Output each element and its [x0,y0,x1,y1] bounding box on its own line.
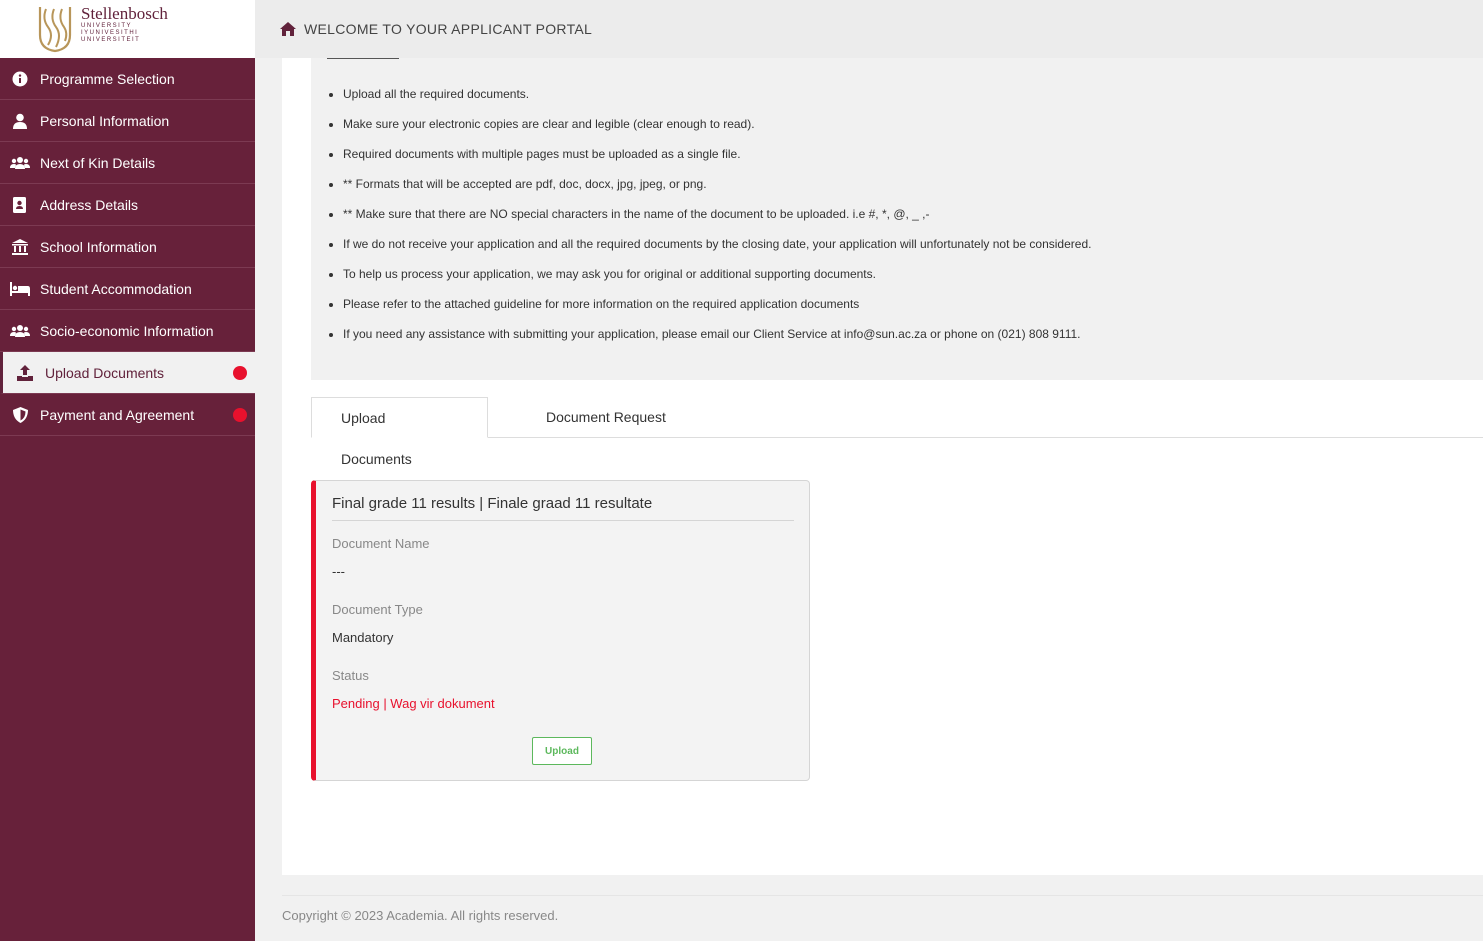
sidebar-item-label: Next of Kin Details [40,154,156,171]
instruction-item: If you need any assistance with submitti… [343,325,1091,355]
upload-button[interactable]: Upload [532,737,592,765]
address-book-icon [10,195,30,215]
instruction-item: Make sure your electronic copies are cle… [343,115,1091,145]
info-circle-icon [10,69,30,89]
sidebar-item-upload-documents[interactable]: Upload Documents [0,352,255,394]
sidebar-item-label: Personal Information [40,112,170,129]
sidebar-item-socio-economic[interactable]: Socio-economic Information [0,310,255,352]
document-type-label: Document Type [332,602,423,617]
sidebar-item-label: Socio-economic Information [40,322,214,339]
logo-sub-2: IYUNIVESITHI [81,30,139,36]
upload-icon [15,363,35,383]
sidebar-item-label: Payment and Agreement [40,406,195,423]
footer: Copyright © 2023 Academia. All rights re… [282,895,1483,941]
document-card-title: Final grade 11 results | Finale graad 11… [332,495,794,521]
copyright-text: Copyright © 2023 Academia. All rights re… [282,908,559,923]
alert-dot [233,365,247,380]
instruction-item: ** Make sure that there are NO special c… [343,205,1091,235]
document-type-value: Mandatory [332,630,394,645]
instruction-item: Upload all the required documents. [343,85,1091,115]
sidebar-item-label: School Information [40,238,157,255]
instruction-item: To help us process your application, we … [343,265,1091,295]
sidebar-item-student-accommodation[interactable]: Student Accommodation [0,268,255,310]
university-crest-icon [38,7,72,53]
university-icon [10,237,30,257]
sidebar-item-payment-agreement[interactable]: Payment and Agreement [0,394,255,436]
sidebar-item-next-of-kin[interactable]: Next of Kin Details [0,142,255,184]
logo-name: Stellenbosch [81,4,168,23]
logo-sub-1: UNIVERSITY [81,23,133,29]
logo-sub-3: UNIVERSITEIT [81,37,141,43]
sidebar-item-label: Student Accommodation [40,280,192,297]
sidebar: Stellenbosch UNIVERSITY IYUNIVESITHI UNI… [0,0,255,941]
sidebar-item-address-details[interactable]: Address Details [0,184,255,226]
sidebar-item-label: Programme Selection [40,70,175,87]
tab-document-request[interactable]: Document Request [517,397,695,438]
instruction-item: If we do not receive your application an… [343,235,1091,265]
sidebar-item-label: Upload Documents [45,364,165,381]
document-tabs: Upload Documents Document Request [311,397,1483,467]
main-content: Upload all the required documents. Make … [282,58,1483,875]
instruction-item: ** Formats that will be accepted are pdf… [343,175,1091,205]
sidebar-item-programme-selection[interactable]: Programme Selection [0,58,255,100]
document-name-label: Document Name [332,536,430,551]
status-label: Status [332,668,369,683]
sidebar-item-personal-information[interactable]: Personal Information [0,100,255,142]
logo[interactable]: Stellenbosch UNIVERSITY IYUNIVESITHI UNI… [0,0,255,58]
users-icon [10,321,30,341]
instructions-list: Upload all the required documents. Make … [343,85,1091,355]
status-value: Pending | Wag vir dokument [332,696,495,711]
bed-icon [10,279,30,299]
users-icon [10,153,30,173]
divider [327,58,399,59]
user-icon [10,111,30,131]
home-icon[interactable] [280,22,296,36]
sidebar-nav: Programme Selection Personal Information… [0,58,255,436]
header: WELCOME TO YOUR APPLICANT PORTAL [255,0,1483,58]
document-card: Final grade 11 results | Finale graad 11… [311,480,810,781]
sidebar-item-label: Address Details [40,196,139,213]
alert-dot [233,407,247,422]
instruction-item: Required documents with multiple pages m… [343,145,1091,175]
document-name-value: --- [332,564,345,579]
sidebar-item-school-information[interactable]: School Information [0,226,255,268]
shield-icon [10,405,30,425]
instruction-item: Please refer to the attached guideline f… [343,295,1091,325]
page-title: WELCOME TO YOUR APPLICANT PORTAL [304,21,593,37]
tab-upload-documents[interactable]: Upload Documents [311,397,488,467]
instructions-panel: Upload all the required documents. Make … [311,58,1483,380]
